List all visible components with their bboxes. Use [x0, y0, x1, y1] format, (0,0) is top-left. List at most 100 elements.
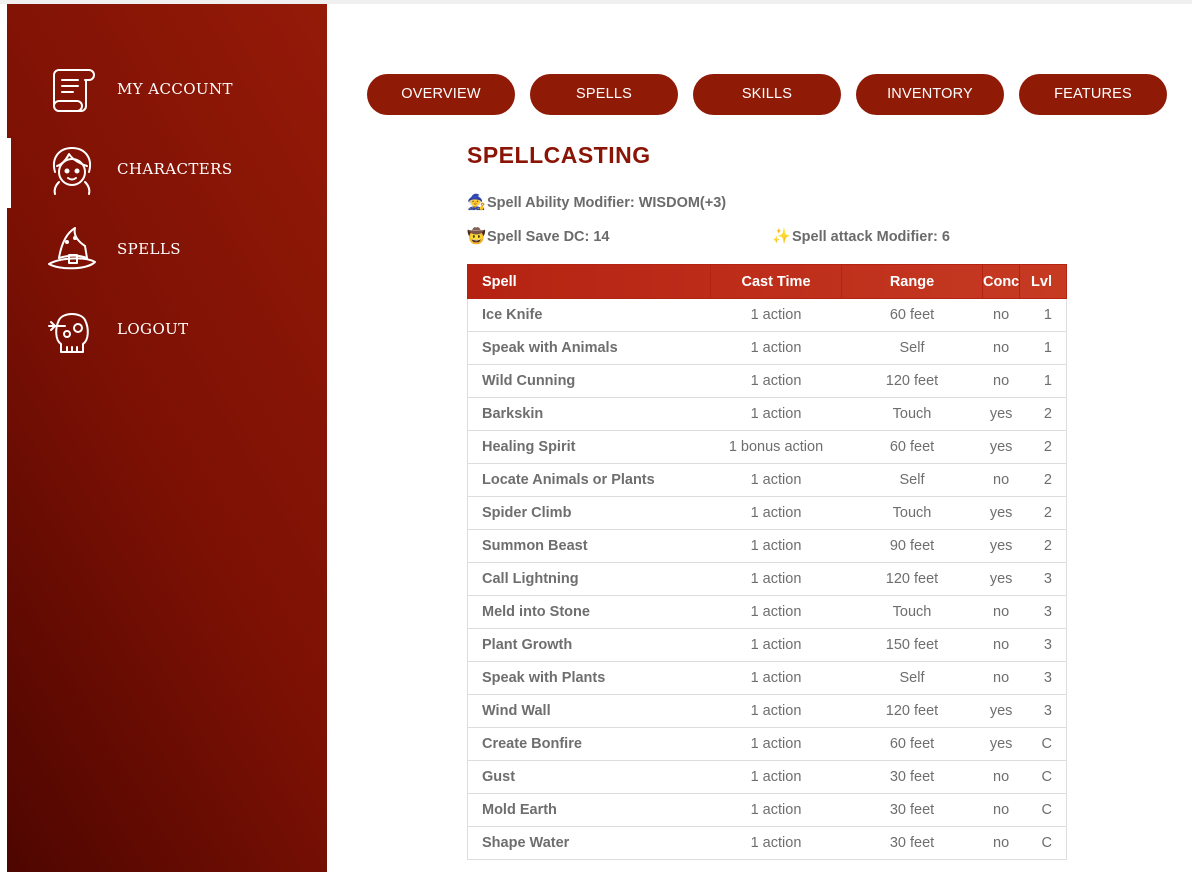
- cast-time-cell: 1 action: [710, 727, 842, 761]
- level-cell: 3: [1019, 628, 1067, 662]
- level-cell: C: [1019, 727, 1067, 761]
- table-row[interactable]: Speak with Animals 1 action Self no 1: [467, 331, 1067, 365]
- cowboy-icon: 🤠: [467, 228, 486, 245]
- level-cell: 2: [1019, 463, 1067, 497]
- conc-cell: no: [982, 628, 1020, 662]
- conc-cell: no: [982, 760, 1020, 794]
- sidebar: My Account Characters Spells: [7, 4, 327, 872]
- tab-spells[interactable]: SPELLS: [530, 74, 678, 115]
- table-row[interactable]: Wild Cunning 1 action 120 feet no 1: [467, 364, 1067, 398]
- conc-cell: yes: [982, 496, 1020, 530]
- sidebar-item-characters[interactable]: Characters: [7, 138, 327, 198]
- range-cell: 120 feet: [841, 562, 983, 596]
- cast-time-cell: 1 action: [710, 562, 842, 596]
- table-row[interactable]: Mold Earth 1 action 30 feet no C: [467, 793, 1067, 827]
- level-cell: 2: [1019, 496, 1067, 530]
- level-cell: 2: [1019, 529, 1067, 563]
- tab-inventory[interactable]: INVENTORY: [856, 74, 1004, 115]
- table-row[interactable]: Spider Climb 1 action Touch yes 2: [467, 496, 1067, 530]
- range-cell: 90 feet: [841, 529, 983, 563]
- scroll-icon: [53, 69, 95, 112]
- conc-cell: yes: [982, 727, 1020, 761]
- level-cell: 3: [1019, 562, 1067, 596]
- sidebar-item-label: Characters: [117, 160, 233, 178]
- table-row[interactable]: Meld into Stone 1 action Touch no 3: [467, 595, 1067, 629]
- sidebar-item-label: Spells: [117, 240, 181, 258]
- range-cell: Touch: [841, 397, 983, 431]
- table-header-row: Spell Cast Time Range Conc Lvl: [467, 264, 1067, 299]
- character-icon: [53, 147, 91, 195]
- level-cell: C: [1019, 793, 1067, 827]
- header-range[interactable]: Range: [841, 264, 983, 299]
- spell-name-cell: Gust: [467, 760, 711, 794]
- spell-ability-text: Spell Ability Modifier: WISDOM(+3): [487, 195, 727, 211]
- range-cell: 30 feet: [841, 793, 983, 827]
- skull-icon: [48, 313, 89, 353]
- spell-name-cell: Spider Climb: [467, 496, 711, 530]
- table-row[interactable]: Locate Animals or Plants 1 action Self no 2: [467, 463, 1067, 497]
- range-cell: Self: [841, 661, 983, 695]
- level-cell: 1: [1019, 298, 1067, 332]
- spell-save-dc: 🤠Spell Save DC: 14: [467, 227, 610, 245]
- range-cell: 150 feet: [841, 628, 983, 662]
- spell-name-cell: Mold Earth: [467, 793, 711, 827]
- table-row[interactable]: Create Bonfire 1 action 60 feet yes C: [467, 727, 1067, 761]
- conc-cell: yes: [982, 529, 1020, 563]
- table-row[interactable]: Speak with Plants 1 action Self no 3: [467, 661, 1067, 695]
- sidebar-item-my-account[interactable]: My Account: [7, 58, 327, 118]
- cast-time-cell: 1 action: [710, 529, 842, 563]
- spell-name-cell: Wild Cunning: [467, 364, 711, 398]
- table-row[interactable]: Wind Wall 1 action 120 feet yes 3: [467, 694, 1067, 728]
- level-cell: 3: [1019, 694, 1067, 728]
- cast-time-cell: 1 action: [710, 595, 842, 629]
- spell-name-cell: Speak with Animals: [467, 331, 711, 365]
- conc-cell: no: [982, 826, 1020, 860]
- spell-attack-modifier: ✨Spell attack Modifier: 6: [772, 227, 950, 245]
- conc-cell: yes: [982, 694, 1020, 728]
- header-lvl[interactable]: Lvl: [1019, 264, 1067, 299]
- spell-name-cell: Healing Spirit: [467, 430, 711, 464]
- cast-time-cell: 1 action: [710, 661, 842, 695]
- table-row[interactable]: Healing Spirit 1 bonus action 60 feet yes 2: [467, 430, 1067, 464]
- cast-time-cell: 1 action: [710, 496, 842, 530]
- sidebar-item-logout[interactable]: Logout: [7, 298, 327, 358]
- level-cell: 1: [1019, 364, 1067, 398]
- conc-cell: no: [982, 595, 1020, 629]
- header-cast-time[interactable]: Cast Time: [710, 264, 842, 299]
- table-row[interactable]: Plant Growth 1 action 150 feet no 3: [467, 628, 1067, 662]
- level-cell: C: [1019, 826, 1067, 860]
- tab-features[interactable]: FEATURES: [1019, 74, 1167, 115]
- spell-name-cell: Speak with Plants: [467, 661, 711, 695]
- range-cell: 30 feet: [841, 826, 983, 860]
- spell-name-cell: Ice Knife: [467, 298, 711, 332]
- conc-cell: yes: [982, 430, 1020, 464]
- cast-time-cell: 1 action: [710, 793, 842, 827]
- spell-name-cell: Wind Wall: [467, 694, 711, 728]
- tab-skills[interactable]: SKILLS: [693, 74, 841, 115]
- spell-name-cell: Create Bonfire: [467, 727, 711, 761]
- table-row[interactable]: Summon Beast 1 action 90 feet yes 2: [467, 529, 1067, 563]
- header-conc[interactable]: Conc: [981, 264, 1021, 299]
- table-row[interactable]: Gust 1 action 30 feet no C: [467, 760, 1067, 794]
- cast-time-cell: 1 action: [710, 397, 842, 431]
- wizard-icon: 🧙: [467, 194, 486, 211]
- conc-cell: no: [982, 793, 1020, 827]
- level-cell: 3: [1019, 661, 1067, 695]
- table-row[interactable]: Shape Water 1 action 30 feet no C: [467, 826, 1067, 860]
- range-cell: 120 feet: [841, 694, 983, 728]
- level-cell: C: [1019, 760, 1067, 794]
- cast-time-cell: 1 bonus action: [710, 430, 842, 464]
- tab-overview[interactable]: OVERVIEW: [367, 74, 515, 115]
- wizard-hat-icon: [48, 227, 96, 270]
- table-row[interactable]: Call Lightning 1 action 120 feet yes 3: [467, 562, 1067, 596]
- header-spell[interactable]: Spell: [467, 264, 711, 299]
- table-row[interactable]: Barkskin 1 action Touch yes 2: [467, 397, 1067, 431]
- sidebar-item-spells[interactable]: Spells: [7, 218, 327, 278]
- conc-cell: yes: [982, 397, 1020, 431]
- spell-name-cell: Plant Growth: [467, 628, 711, 662]
- table-row[interactable]: Ice Knife 1 action 60 feet no 1: [467, 298, 1067, 332]
- cast-time-cell: 1 action: [710, 364, 842, 398]
- table-body: Ice Knife 1 action 60 feet no 1 Speak with An…: [467, 298, 1067, 860]
- level-cell: 1: [1019, 331, 1067, 365]
- conc-cell: yes: [982, 562, 1020, 596]
